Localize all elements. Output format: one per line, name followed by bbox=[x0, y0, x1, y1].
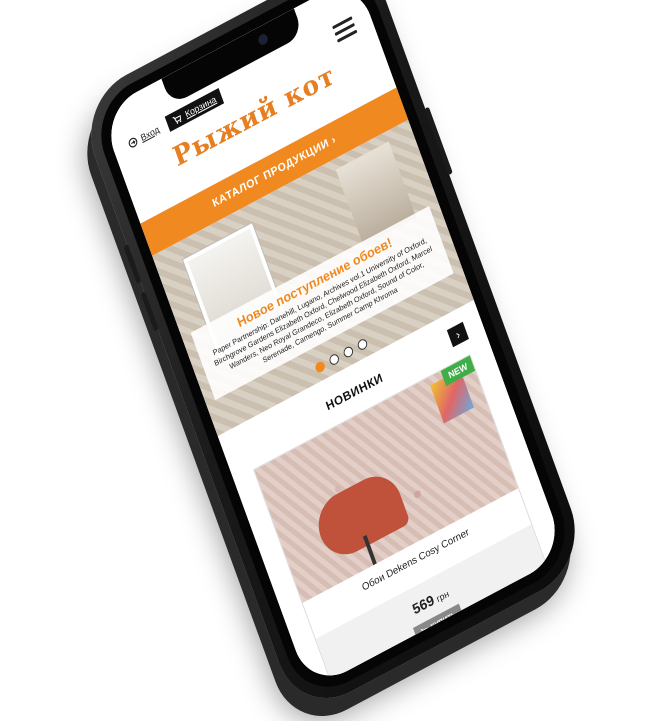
chair-image bbox=[310, 465, 411, 566]
cart-label: Корзина bbox=[183, 93, 218, 120]
slider-dot[interactable] bbox=[342, 344, 355, 360]
price-currency: грн bbox=[435, 588, 451, 605]
slider-dot[interactable] bbox=[328, 352, 341, 367]
login-icon bbox=[128, 137, 138, 148]
slider-dot[interactable] bbox=[356, 337, 369, 352]
login-label: Вход bbox=[139, 124, 161, 144]
price-value: 569 bbox=[410, 591, 437, 618]
product-card[interactable]: NEW Обои Dekens Cosy Corner 569грн КУПИТ… bbox=[253, 354, 558, 691]
phone-device: Вход Корзина Рыжий кот КАТАЛОГ ПРОДУКЦИИ… bbox=[75, 0, 591, 719]
login-link[interactable]: Вход bbox=[127, 124, 161, 150]
cart-icon bbox=[172, 114, 182, 124]
slider-dot[interactable] bbox=[313, 359, 327, 375]
